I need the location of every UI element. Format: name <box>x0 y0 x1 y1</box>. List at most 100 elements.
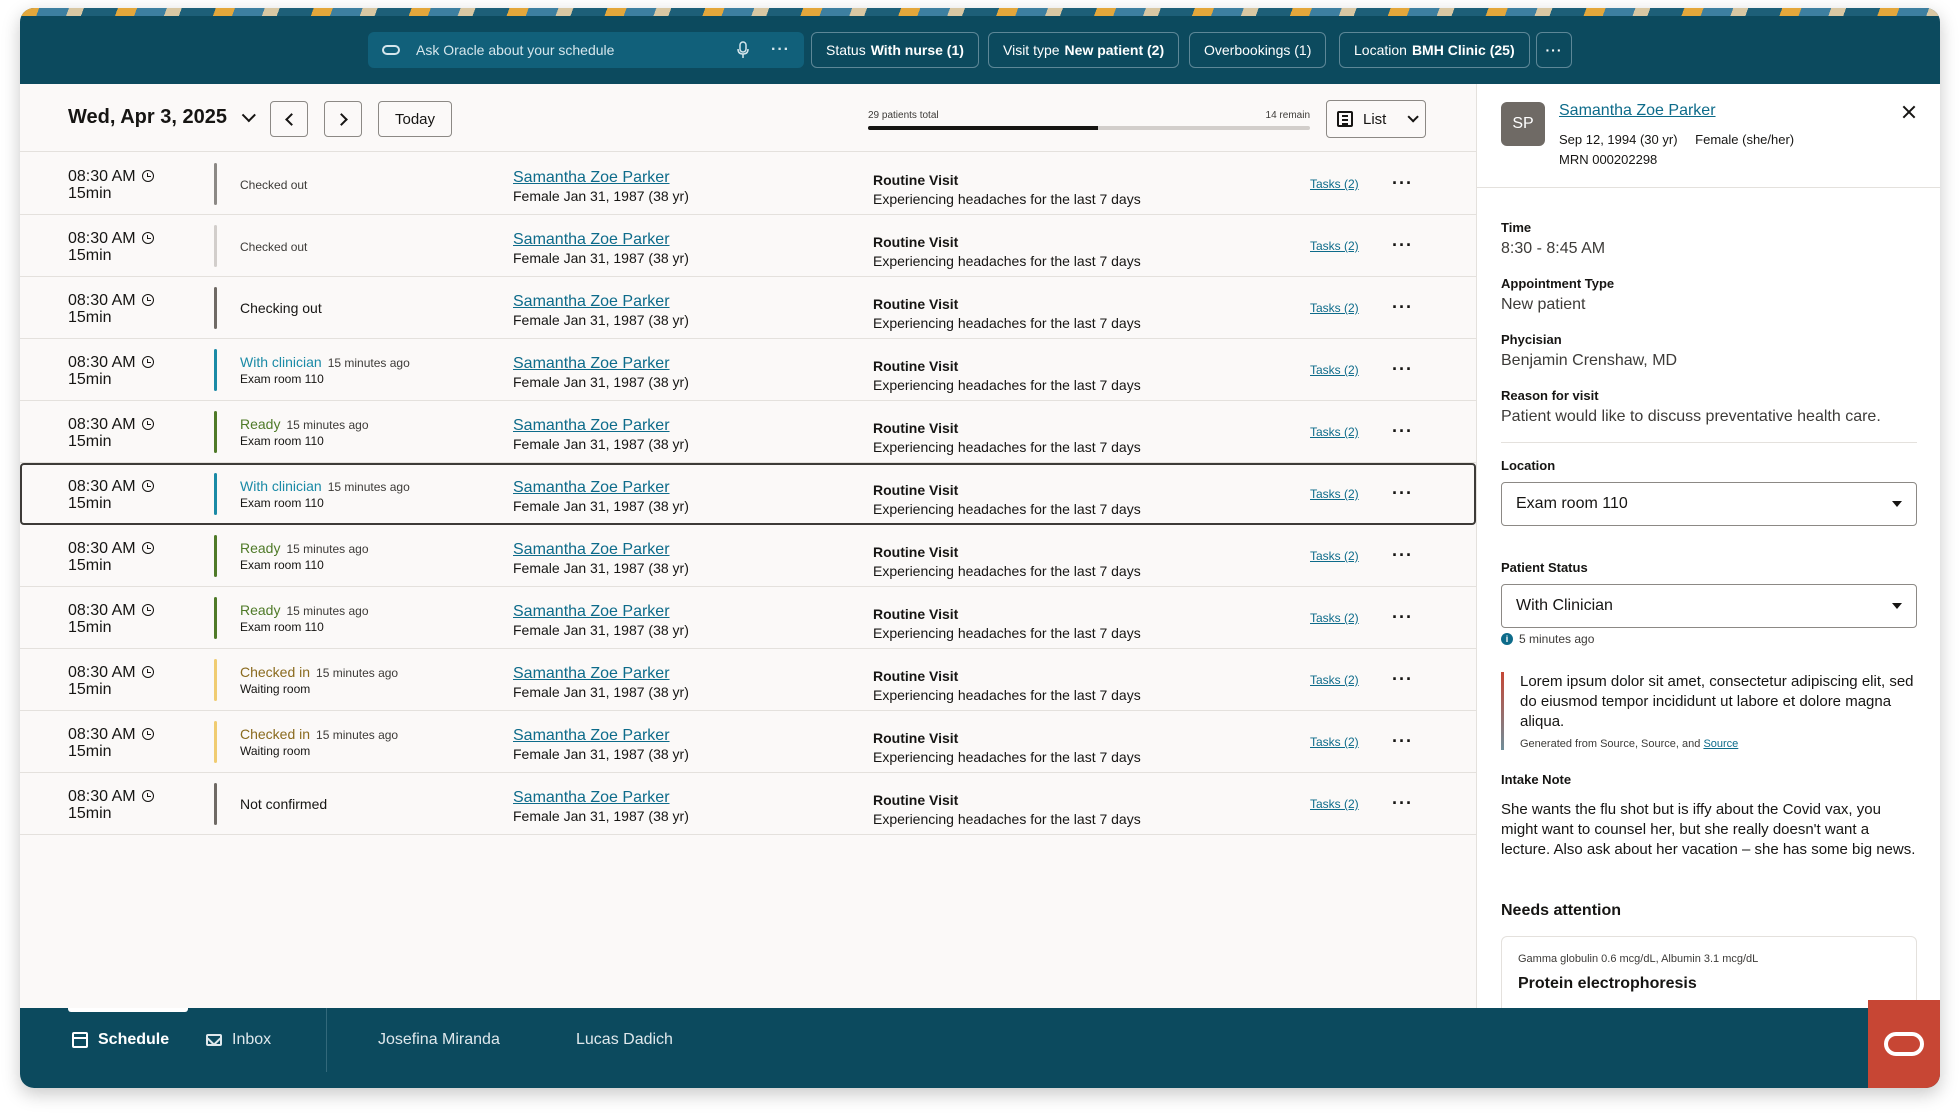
table-row[interactable]: 08:30 AM 15min Ready 15 minutes ago Exam … <box>20 587 1476 649</box>
detail-gender: Female (she/her) <box>1695 132 1795 147</box>
date-picker[interactable]: Wed, Apr 3, 2025 <box>68 106 256 129</box>
more-actions-icon[interactable]: ··· <box>1392 731 1413 752</box>
search-more-icon[interactable]: ··· <box>771 41 790 59</box>
oracle-search[interactable]: Ask Oracle about your schedule ··· <box>368 32 804 68</box>
tasks-link[interactable]: Tasks (2) <box>1310 487 1359 501</box>
microphone-icon[interactable] <box>737 41 749 59</box>
filter-more-button[interactable]: ··· <box>1536 32 1572 68</box>
more-actions-icon[interactable]: ··· <box>1392 421 1413 442</box>
table-row[interactable]: 08:30 AM 15min Checked out Samantha Zoe … <box>20 215 1476 277</box>
row-visit: Routine Visit Experiencing headaches for… <box>873 419 1141 457</box>
physician-label: Phycisian <box>1501 332 1562 347</box>
table-row[interactable]: 08:30 AM 15min With clinician 15 minutes … <box>20 463 1476 525</box>
patient-name-link[interactable]: Samantha Zoe Parker <box>513 603 689 621</box>
filter-overbookings[interactable]: Overbookings (1) <box>1189 32 1327 68</box>
filter-location[interactable]: Location BMH Clinic (25) <box>1339 32 1530 68</box>
oracle-logo-icon <box>382 45 400 55</box>
calendar-icon <box>72 1032 88 1048</box>
patient-meta: Female Jan 31, 1987 (38 yr) <box>513 188 689 204</box>
ai-source-link[interactable]: Source <box>1703 738 1738 750</box>
more-actions-icon[interactable]: ··· <box>1392 669 1413 690</box>
tasks-link[interactable]: Tasks (2) <box>1310 177 1359 191</box>
row-time: 08:30 AM 15min <box>68 726 154 760</box>
tasks-link[interactable]: Tasks (2) <box>1310 797 1359 811</box>
row-time: 08:30 AM 15min <box>68 664 154 698</box>
status-ago: 15 minutes ago <box>327 356 410 370</box>
oracle-assistant-button[interactable] <box>1868 1000 1940 1088</box>
row-patient: Samantha Zoe Parker Female Jan 31, 1987 … <box>513 231 689 267</box>
patient-name-link[interactable]: Samantha Zoe Parker <box>513 789 689 807</box>
table-row[interactable]: 08:30 AM 15min Checked out Samantha Zoe … <box>20 153 1476 215</box>
patient-name-link[interactable]: Samantha Zoe Parker <box>513 293 689 311</box>
view-selector[interactable]: List <box>1326 100 1426 138</box>
filter-status[interactable]: Status With nurse (1) <box>811 32 979 68</box>
status-badge: Checked out <box>240 178 308 192</box>
tasks-link[interactable]: Tasks (2) <box>1310 735 1359 749</box>
tasks-link[interactable]: Tasks (2) <box>1310 301 1359 315</box>
table-row[interactable]: 08:30 AM 15min Checking out Samantha Zoe… <box>20 277 1476 339</box>
table-row[interactable]: 08:30 AM 15min With clinician 15 minutes … <box>20 339 1476 401</box>
tasks-link[interactable]: Tasks (2) <box>1310 611 1359 625</box>
schedule-toolbar: Wed, Apr 3, 2025 Today 29 patients total… <box>20 84 1476 152</box>
reason-label: Reason for visit <box>1501 388 1599 403</box>
more-actions-icon[interactable]: ··· <box>1392 297 1413 318</box>
tasks-link[interactable]: Tasks (2) <box>1310 363 1359 377</box>
ai-summary: Lorem ipsum dolor sit amet, consectetur … <box>1501 672 1917 750</box>
status-ago: 15 minutes ago <box>316 728 399 742</box>
nav-user-lucas[interactable]: Lucas Dadich <box>576 1008 673 1072</box>
more-actions-icon[interactable]: ··· <box>1392 235 1413 256</box>
table-row[interactable]: 08:30 AM 15min Ready 15 minutes ago Exam … <box>20 525 1476 587</box>
visit-type: Routine Visit <box>873 296 959 312</box>
status-badge: With clinician <box>240 354 322 370</box>
tasks-link[interactable]: Tasks (2) <box>1310 239 1359 253</box>
appointment-list: 08:30 AM 15min Checked out Samantha Zoe … <box>20 153 1476 835</box>
mail-icon <box>206 1034 222 1046</box>
row-visit: Routine Visit Experiencing headaches for… <box>873 667 1141 705</box>
patient-name-link[interactable]: Samantha Zoe Parker <box>513 665 689 683</box>
attention-card[interactable]: Gamma globulin 0.6 mcg/dL, Albumin 3.1 m… <box>1501 936 1917 1008</box>
patient-name-link[interactable]: Samantha Zoe Parker <box>513 355 689 373</box>
row-time-text: 08:30 AM <box>68 540 136 557</box>
more-actions-icon[interactable]: ··· <box>1392 607 1413 628</box>
nav-schedule[interactable]: Schedule <box>72 1008 169 1072</box>
filter-visit-type[interactable]: Visit type New patient (2) <box>988 32 1180 68</box>
clock-icon <box>141 356 154 368</box>
prev-day-button[interactable] <box>270 101 308 137</box>
patient-name-link[interactable]: Samantha Zoe Parker <box>513 727 689 745</box>
more-actions-icon[interactable]: ··· <box>1392 173 1413 194</box>
patient-name-link[interactable]: Samantha Zoe Parker <box>513 231 689 249</box>
nav-user-josefina[interactable]: Josefina Miranda <box>378 1008 500 1072</box>
row-status: Checked in 15 minutes ago Waiting room <box>240 711 398 773</box>
patient-meta: Female Jan 31, 1987 (38 yr) <box>513 250 689 266</box>
row-time-text: 08:30 AM <box>68 664 136 681</box>
table-row[interactable]: 08:30 AM 15min Not confirmed Samantha Zo… <box>20 773 1476 835</box>
patient-meta: Female Jan 31, 1987 (38 yr) <box>513 374 689 390</box>
table-row[interactable]: 08:30 AM 15min Ready 15 minutes ago Exam … <box>20 401 1476 463</box>
today-button[interactable]: Today <box>378 101 452 137</box>
status-bar <box>214 411 217 453</box>
status-ago: 15 minutes ago <box>327 480 410 494</box>
patient-name-link[interactable]: Samantha Zoe Parker <box>513 479 689 497</box>
status-badge: Ready <box>240 602 281 618</box>
patient-status-select[interactable]: With Clinician <box>1501 584 1917 628</box>
more-actions-icon[interactable]: ··· <box>1392 359 1413 380</box>
tasks-link[interactable]: Tasks (2) <box>1310 549 1359 563</box>
table-row[interactable]: 08:30 AM 15min Checked in 15 minutes ago … <box>20 711 1476 773</box>
patient-name-link[interactable]: Samantha Zoe Parker <box>513 417 689 435</box>
next-day-button[interactable] <box>324 101 362 137</box>
close-icon[interactable] <box>1901 104 1917 120</box>
more-actions-icon[interactable]: ··· <box>1392 545 1413 566</box>
tasks-link[interactable]: Tasks (2) <box>1310 425 1359 439</box>
patient-name-link[interactable]: Samantha Zoe Parker <box>513 541 689 559</box>
more-actions-icon[interactable]: ··· <box>1392 793 1413 814</box>
table-row[interactable]: 08:30 AM 15min Checked in 15 minutes ago … <box>20 649 1476 711</box>
ai-summary-text: Lorem ipsum dolor sit amet, consectetur … <box>1520 673 1914 730</box>
status-bar <box>214 225 217 267</box>
patient-name-link[interactable]: Samantha Zoe Parker <box>513 169 689 187</box>
nav-inbox[interactable]: Inbox <box>206 1008 271 1072</box>
detail-patient-name[interactable]: Samantha Zoe Parker <box>1559 102 1716 120</box>
search-input[interactable]: Ask Oracle about your schedule <box>416 42 737 58</box>
more-actions-icon[interactable]: ··· <box>1392 483 1413 504</box>
tasks-link[interactable]: Tasks (2) <box>1310 673 1359 687</box>
location-select[interactable]: Exam room 110 <box>1501 482 1917 526</box>
